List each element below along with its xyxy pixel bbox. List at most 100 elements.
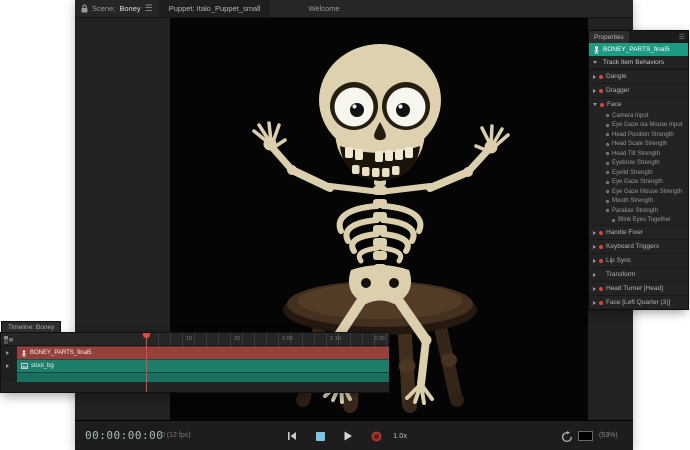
- param-label: Head Scale Strength: [612, 141, 667, 147]
- param-row[interactable]: Head Position Strength: [589, 130, 688, 140]
- param-label: Eye Gaze via Mouse Input: [612, 122, 682, 128]
- param-label: Eye Gaze Mouse Strength: [612, 189, 682, 195]
- behavior-row-face-left-quarter[interactable]: Face [Left Quarter (3)]: [589, 295, 688, 309]
- tab-puppet-label: Puppet: Italo_Puppet_small: [169, 4, 261, 13]
- armed-dot-icon[interactable]: [599, 231, 603, 235]
- behavior-label: Handle Fixer: [606, 229, 643, 236]
- timeline-ruler[interactable]: 10 20 1:00 1:10 2:00: [146, 333, 389, 346]
- playback-speed[interactable]: 1.0x: [393, 431, 407, 440]
- armed-dot-icon[interactable]: [599, 259, 603, 263]
- chevron-right-icon[interactable]: [593, 89, 596, 93]
- background-color-swatch[interactable]: [578, 431, 593, 441]
- param-row[interactable]: Eye Gaze Mouse Strength: [589, 187, 688, 197]
- param-label: Parallax Strength: [612, 208, 658, 214]
- skull: [319, 44, 441, 181]
- chevron-down-icon[interactable]: [593, 103, 597, 106]
- track-row-boney[interactable]: BONEY_PARTS_final5: [1, 346, 389, 359]
- param-bullet-icon: [606, 124, 609, 127]
- timecode[interactable]: 00:00:00:00: [85, 429, 163, 442]
- behavior-label: Dangle: [606, 73, 627, 80]
- top-bar: Scene: Boney ☰ Puppet: Italo_Puppet_smal…: [75, 0, 633, 18]
- behavior-row-face[interactable]: Face: [589, 97, 688, 111]
- armed-dot-icon[interactable]: [599, 89, 603, 93]
- behavior-row-handle-fixer[interactable]: Handle Fixer: [589, 225, 688, 239]
- armed-dot-icon[interactable]: [599, 75, 603, 79]
- page: Scene: Boney ☰ Puppet: Italo_Puppet_smal…: [0, 0, 690, 450]
- playhead-handle[interactable]: [143, 333, 150, 338]
- param-row[interactable]: Eyebrow Strength: [589, 159, 688, 169]
- behavior-row-lip-sync[interactable]: Lip Sync: [589, 253, 688, 267]
- param-bullet-icon: [606, 114, 609, 117]
- param-row[interactable]: Head Tilt Strength: [589, 149, 688, 159]
- track-bar-boney[interactable]: BONEY_PARTS_final5: [17, 346, 389, 359]
- behaviors-section-label: Track Item Behaviors: [603, 59, 664, 66]
- record-button[interactable]: [369, 430, 383, 442]
- param-label: Eye Gaze Strength: [612, 179, 663, 185]
- chevron-right-icon[interactable]: [6, 351, 9, 355]
- param-row[interactable]: Head Scale Strength: [589, 140, 688, 150]
- armed-dot-icon[interactable]: [599, 287, 603, 291]
- tab-properties-label: Properties: [594, 34, 624, 41]
- param-bullet-icon: [612, 219, 615, 222]
- track-bar-stool[interactable]: stool_bg: [17, 359, 389, 372]
- tab-timeline[interactable]: Timeline: Boney: [1, 321, 61, 332]
- behaviors-section-header[interactable]: Track Item Behaviors: [589, 56, 688, 69]
- param-bullet-icon: [606, 133, 609, 136]
- behavior-label: Dragger: [606, 87, 629, 94]
- tab-properties[interactable]: Properties: [589, 31, 629, 43]
- skip-to-start-button[interactable]: [285, 430, 299, 442]
- selected-puppet-row[interactable]: BONEY_PARTS_final5: [589, 43, 688, 56]
- behavior-row-keyboard-triggers[interactable]: Keyboard Triggers: [589, 239, 688, 253]
- loop-toggle-icon[interactable]: [561, 430, 573, 448]
- param-row[interactable]: Eye Gaze Strength: [589, 178, 688, 188]
- lock-icon: [81, 4, 88, 13]
- playhead[interactable]: [146, 333, 147, 392]
- param-row[interactable]: Eye Gaze via Mouse Input: [589, 121, 688, 131]
- param-row[interactable]: Mouth Strength: [589, 197, 688, 207]
- chevron-right-icon[interactable]: [593, 287, 596, 291]
- param-label: Eyebrow Strength: [612, 160, 660, 166]
- chevron-right-icon[interactable]: [593, 301, 596, 305]
- chevron-right-icon[interactable]: [593, 231, 596, 235]
- ruler-tick: 10: [186, 336, 192, 342]
- zoom-level[interactable]: (53%): [599, 432, 618, 439]
- ruler-tick: 1:10: [330, 336, 341, 342]
- behavior-row-dangle[interactable]: Dangle: [589, 69, 688, 83]
- behavior-label: Lip Sync: [606, 257, 631, 264]
- timeline-panel: 10 20 1:00 1:10 2:00 BONEY_PARTS_final5: [0, 332, 390, 393]
- armed-dot-icon[interactable]: [600, 103, 604, 107]
- behavior-row-transform[interactable]: Transform: [589, 267, 688, 281]
- play-button[interactable]: [341, 430, 355, 442]
- armed-dot-icon[interactable]: [599, 245, 603, 249]
- chevron-right-icon[interactable]: [593, 75, 596, 79]
- scene-menu-icon[interactable]: ☰: [145, 4, 153, 13]
- image-icon: [21, 363, 28, 369]
- behavior-label: Transform: [606, 271, 635, 278]
- chevron-right-icon[interactable]: [593, 245, 596, 249]
- behavior-row-dragger[interactable]: Dragger: [589, 83, 688, 97]
- param-row[interactable]: Parallax Strength: [589, 206, 688, 216]
- behavior-label: Face [Left Quarter (3)]: [606, 299, 670, 306]
- behavior-row-head-turner[interactable]: Head Turner [Head]: [589, 281, 688, 295]
- armed-dot-icon[interactable]: [599, 301, 603, 305]
- tab-puppet[interactable]: Puppet: Italo_Puppet_small: [159, 0, 271, 17]
- chevron-right-icon[interactable]: [593, 259, 596, 263]
- track-bar-extra[interactable]: [17, 372, 389, 382]
- stop-button[interactable]: [313, 430, 327, 442]
- param-row[interactable]: Blink Eyes Together: [589, 216, 688, 226]
- ruler-tick: 1:00: [282, 336, 293, 342]
- behavior-label: Head Turner [Head]: [606, 285, 663, 292]
- param-row[interactable]: Camera Input: [589, 111, 688, 121]
- param-row[interactable]: Eyelid Strength: [589, 168, 688, 178]
- puppet-icon: [21, 350, 27, 357]
- chevron-down-icon[interactable]: [593, 61, 597, 64]
- track-row-stool[interactable]: stool_bg: [1, 359, 389, 372]
- chevron-right-icon[interactable]: [593, 273, 596, 277]
- chevron-right-icon[interactable]: [6, 364, 9, 368]
- timeline-tools-icon[interactable]: [4, 336, 13, 344]
- param-bullet-icon: [606, 162, 609, 165]
- panel-menu-icon[interactable]: ☰: [679, 34, 685, 41]
- scene-selector[interactable]: Scene: Boney ☰: [75, 0, 159, 17]
- track-row-extra[interactable]: [1, 372, 389, 382]
- tab-welcome[interactable]: Welcome: [298, 0, 349, 17]
